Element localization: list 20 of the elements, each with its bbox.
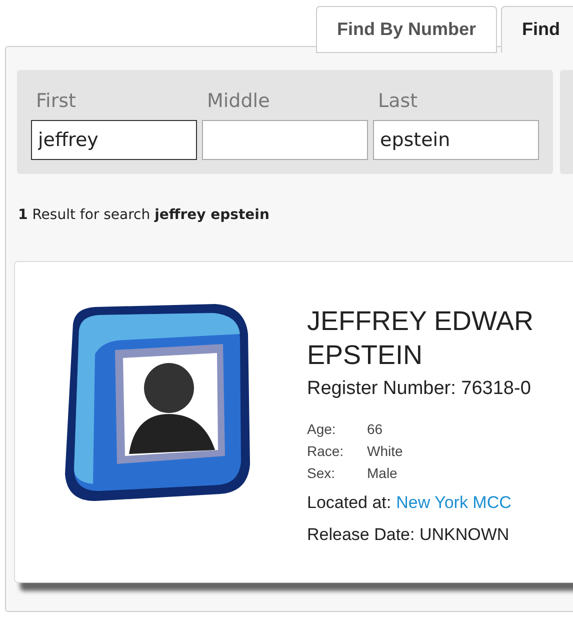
detail-label: Sex: [307, 465, 336, 481]
tab[interactable]: Find [501, 6, 573, 53]
register-number: Register Number: 76318-0 [307, 378, 532, 400]
detail-value: 66 [367, 421, 383, 437]
person-name: JEFFREY EDWAR EPSTEIN [307, 305, 535, 372]
input-field[interactable]: epstein [373, 120, 539, 160]
detail-label: Age: [307, 421, 336, 437]
field-label: Middle [206, 90, 271, 112]
input-field[interactable]: jeffrey [31, 120, 197, 160]
location-link[interactable]: New York MCC [396, 493, 512, 513]
result-summary: 1 Result for search jeffrey epstein [18, 207, 270, 223]
field-label: Last [377, 90, 419, 112]
field-label: First [35, 90, 77, 112]
release-date: Release Date: UNKNOWN [307, 525, 510, 545]
input-field[interactable] [202, 120, 368, 160]
detail-label: Race: [307, 443, 344, 459]
detail-value: Male [367, 465, 398, 481]
location-label: Located at: [307, 493, 392, 513]
detail-value: White [367, 443, 403, 459]
tab[interactable]: Find By Number [316, 6, 497, 53]
